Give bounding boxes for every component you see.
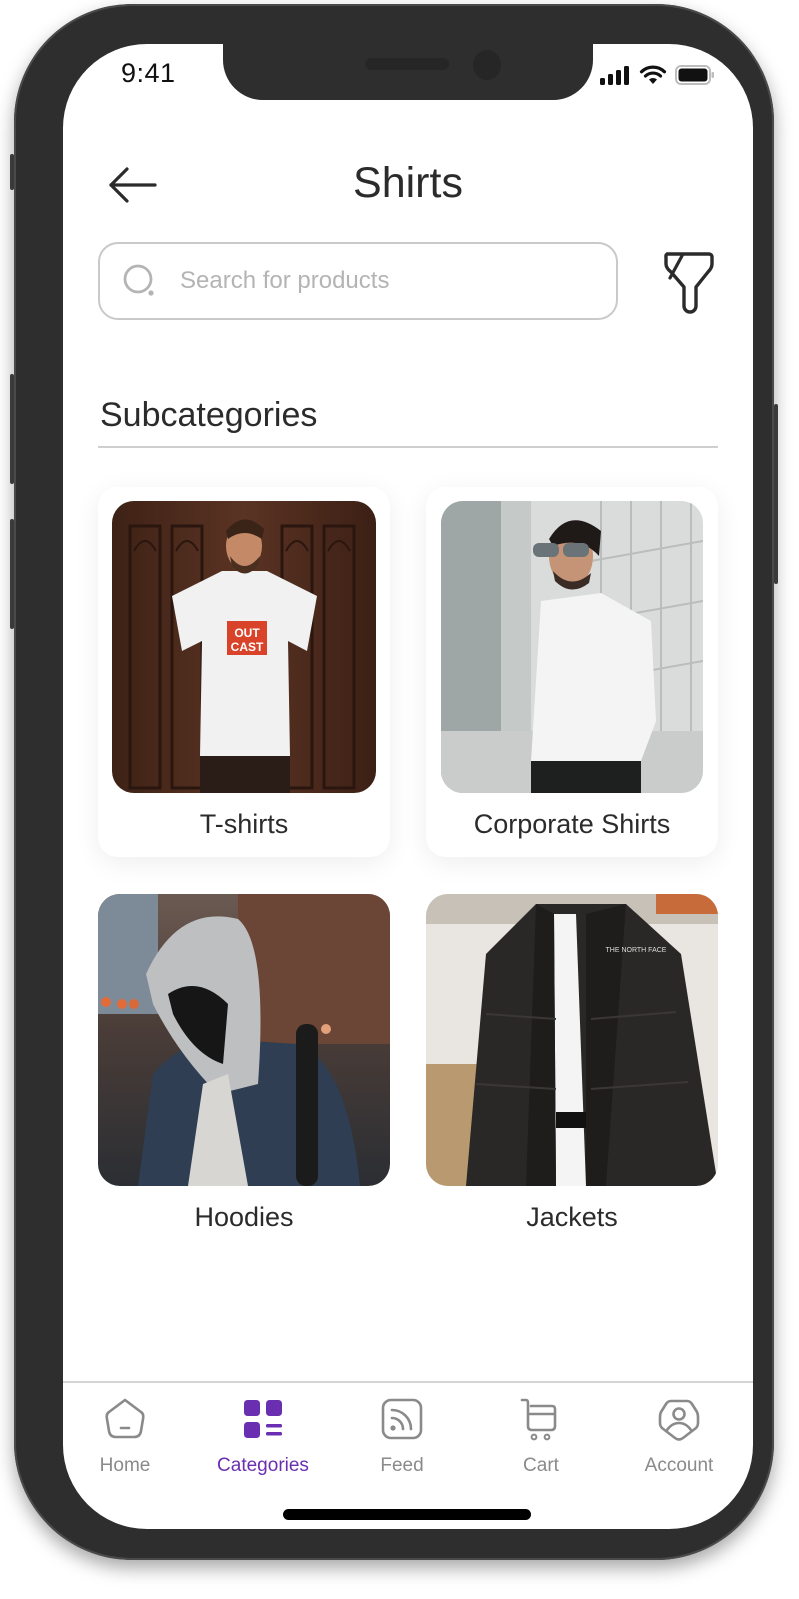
screen: 9:41 Shirts Search for products Subcateg… (63, 44, 753, 1529)
nav-label: Account (644, 1455, 714, 1476)
categories-icon (244, 1400, 282, 1438)
subcategory-card-hoodies[interactable]: Hoodies (98, 894, 390, 1244)
power-button (774, 404, 778, 584)
nav-label: Home (99, 1455, 151, 1476)
section-divider (98, 446, 718, 448)
home-icon (105, 1398, 145, 1439)
subcategory-card-jackets[interactable]: THE NORTH FACE Jackets (426, 894, 718, 1244)
nav-item-categories[interactable]: Categories (203, 1397, 323, 1487)
header: Shirts (63, 149, 753, 219)
subcategory-label: Corporate Shirts (473, 809, 671, 839)
battery-icon (675, 65, 714, 85)
mute-switch (10, 154, 14, 190)
feed-icon (381, 1398, 423, 1440)
search-input[interactable] (178, 266, 582, 296)
subcategory-card-corporate-shirts[interactable]: Corporate Shirts (426, 487, 718, 857)
subcategory-label: Hoodies (194, 1202, 294, 1232)
wifi-icon (639, 65, 667, 84)
svg-text:THE NORTH FACE: THE NORTH FACE (606, 947, 667, 954)
svg-text:CAST: CAST (231, 640, 264, 654)
subcategory-card-tshirts[interactable]: OUT CAST T-shirts (98, 487, 390, 857)
cellular-signal-icon (600, 66, 629, 85)
cart-icon (520, 1398, 557, 1441)
nav-label: Cart (523, 1455, 559, 1476)
subcategory-image-hoodies (98, 894, 390, 1186)
nav-item-feed[interactable]: Feed (342, 1397, 462, 1487)
account-icon (658, 1399, 700, 1441)
search-bar[interactable] (98, 242, 618, 320)
phone-frame: 9:41 Shirts Search for products Subcateg… (10, 4, 778, 1560)
bottom-nav: Home Categories Feed Cart Account (63, 1381, 753, 1529)
status-time: 9:41 (121, 58, 176, 88)
search-icon (123, 264, 154, 296)
status-icons (599, 64, 715, 86)
speaker (365, 58, 449, 70)
nav-item-account[interactable]: Account (619, 1397, 739, 1487)
nav-item-cart[interactable]: Cart (481, 1397, 601, 1487)
section-title: Subcategories (100, 396, 318, 434)
subcategory-image-tshirts: OUT CAST (112, 501, 376, 793)
notch (223, 44, 593, 100)
nav-label: Categories (217, 1455, 309, 1476)
volume-up-button (10, 374, 14, 484)
subcategory-image-jackets: THE NORTH FACE (426, 894, 718, 1186)
svg-text:OUT: OUT (234, 626, 260, 640)
nav-label: Feed (380, 1455, 424, 1476)
subcategory-label: Jackets (526, 1202, 618, 1232)
page-title: Shirts (353, 159, 463, 207)
filter-icon[interactable] (661, 250, 715, 314)
home-indicator[interactable] (283, 1509, 531, 1520)
nav-item-home[interactable]: Home (65, 1397, 185, 1487)
front-camera (473, 50, 501, 80)
subcategory-label: T-shirts (199, 809, 289, 839)
subcategory-image-corporate-shirts (441, 501, 703, 793)
volume-down-button (10, 519, 14, 629)
